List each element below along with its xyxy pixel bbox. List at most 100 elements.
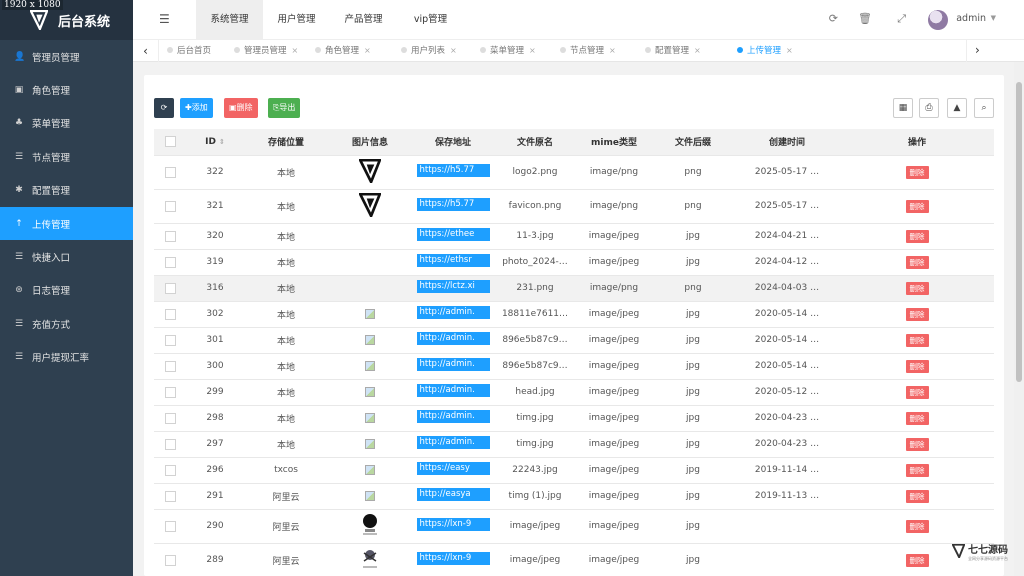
broken-image-icon[interactable] (365, 308, 375, 319)
page-tab[interactable]: 管理员管理 × (234, 40, 298, 62)
url-link[interactable]: https://h5.77 (416, 164, 490, 177)
logo-thumbnail[interactable] (357, 192, 382, 220)
url-link[interactable]: https://lxn-9 (416, 552, 490, 565)
tab-next-icon[interactable]: › (975, 43, 980, 57)
url-link[interactable]: http://admin. (416, 306, 490, 319)
close-icon[interactable]: × (609, 46, 616, 55)
page-tab[interactable]: 上传管理 × (737, 40, 793, 62)
table-row[interactable]: 300 本地 http://admin. 896e5b87c9… image/jpeg j… (154, 353, 994, 380)
url-link[interactable]: http://admin. (416, 384, 490, 397)
table-row[interactable]: 290 阿里云 https://lxn-9 image/jpeg image/jpeg j… (154, 509, 994, 544)
avatar-thumbnail[interactable] (360, 549, 380, 574)
row-checkbox[interactable] (164, 334, 176, 346)
row-checkbox[interactable] (164, 360, 176, 372)
sidebar-item-6[interactable]: ☰ 快捷入口 (0, 240, 133, 273)
close-icon[interactable]: × (786, 46, 793, 55)
row-checkbox[interactable] (164, 490, 176, 502)
tab-next-button[interactable]: › (966, 40, 1024, 62)
trash-icon[interactable]: 🗑 (858, 12, 872, 25)
table-row[interactable]: 291 阿里云 http://easya timg (1).jpg image/jpeg… (154, 483, 994, 510)
row-delete-button[interactable]: 删除 (905, 165, 929, 179)
table-row[interactable]: 301 本地 http://admin. 896e5b87c9… image/jpeg j… (154, 327, 994, 354)
row-select-cell[interactable] (154, 379, 186, 406)
row-delete-button[interactable]: 删除 (905, 385, 929, 399)
row-select-cell[interactable] (154, 431, 186, 458)
row-delete-button[interactable]: 删除 (905, 333, 929, 347)
row-delete-button[interactable]: 删除 (905, 255, 929, 269)
row-checkbox[interactable] (164, 308, 176, 320)
table-row[interactable]: 299 本地 http://admin. head.jpg image/jpeg jpg 2… (154, 379, 994, 406)
row-delete-button[interactable]: 删除 (905, 359, 929, 373)
row-select-cell[interactable] (154, 509, 186, 544)
row-checkbox[interactable] (164, 200, 176, 212)
broken-image-icon[interactable] (365, 412, 375, 423)
row-delete-button[interactable]: 删除 (905, 489, 929, 503)
close-icon[interactable]: × (292, 46, 299, 55)
row-checkbox[interactable] (164, 520, 176, 532)
menu-toggle-icon[interactable]: ☰ (159, 12, 170, 26)
close-icon[interactable]: × (364, 46, 371, 55)
row-delete-button[interactable]: 删除 (905, 229, 929, 243)
add-button[interactable]: ✚添加 (180, 98, 213, 118)
col-id[interactable]: ID ⇕ (186, 129, 244, 156)
url-link[interactable]: https://lctz.xi (416, 280, 490, 293)
user-name[interactable]: admin (956, 13, 986, 24)
export-table-icon[interactable]: ▲ (947, 98, 967, 118)
tab-prev-icon[interactable]: ‹ (133, 40, 159, 62)
table-row[interactable]: 320 本地 https://ethee 11-3.jpg image/jpeg jpg 2… (154, 223, 994, 250)
columns-filter-icon[interactable]: ▦ (893, 98, 913, 118)
sidebar-item-1[interactable]: ▣ 角色管理 (0, 73, 133, 106)
row-select-cell[interactable] (154, 223, 186, 250)
delete-button[interactable]: ▣删除 (224, 98, 258, 118)
url-link[interactable]: https://ethee (416, 228, 490, 241)
row-select-cell[interactable] (154, 275, 186, 302)
row-delete-button[interactable]: 删除 (905, 437, 929, 451)
page-tab[interactable]: 菜单管理 × (480, 40, 536, 62)
row-checkbox[interactable] (164, 256, 176, 268)
top-tab-users[interactable]: 用户管理 (263, 0, 330, 40)
row-checkbox[interactable] (164, 282, 176, 294)
url-link[interactable]: http://admin. (416, 332, 490, 345)
row-checkbox[interactable] (164, 412, 176, 424)
avatar[interactable] (928, 10, 948, 30)
page-scrollbar[interactable] (1014, 62, 1024, 576)
scrollbar-thumb[interactable] (1016, 82, 1022, 382)
search-icon[interactable]: ⌕ (974, 98, 994, 118)
sort-icon[interactable]: ⇕ (219, 138, 225, 146)
table-refresh-button[interactable]: ⟳ (154, 98, 174, 118)
broken-image-icon[interactable] (365, 464, 375, 475)
select-all-checkbox[interactable] (164, 136, 176, 148)
row-checkbox[interactable] (164, 166, 176, 178)
table-row[interactable]: 319 本地 https://ethsr photo_2024-… image/jpeg… (154, 249, 994, 276)
sidebar-item-5[interactable]: ↑ 上传管理 (0, 206, 133, 241)
row-checkbox[interactable] (164, 554, 176, 566)
page-tab[interactable]: 角色管理 × (315, 40, 371, 62)
close-icon[interactable]: × (529, 46, 536, 55)
print-icon[interactable]: ⎙ (919, 98, 939, 118)
row-select-cell[interactable] (154, 155, 186, 190)
fullscreen-icon[interactable]: ⤢ (897, 12, 906, 26)
sidebar-item-7[interactable]: ⊛ 日志管理 (0, 274, 133, 307)
url-link[interactable]: https://h5.77 (416, 198, 490, 211)
row-delete-button[interactable]: 删除 (905, 307, 929, 321)
close-icon[interactable]: × (450, 46, 457, 55)
broken-image-icon[interactable] (365, 438, 375, 449)
row-delete-button[interactable]: 删除 (905, 519, 929, 533)
table-row[interactable]: 296 txcos https://easy 22243.jpg image/jpeg j… (154, 457, 994, 484)
table-row[interactable]: 289 阿里云 https://lxn-9 image/jpeg image/jpeg j… (154, 543, 994, 576)
avatar-thumbnail[interactable] (360, 513, 380, 540)
page-tab[interactable]: 后台首页 (167, 40, 211, 62)
row-delete-button[interactable]: 删除 (905, 281, 929, 295)
broken-image-icon[interactable] (365, 360, 375, 371)
row-select-cell[interactable] (154, 353, 186, 380)
sidebar-item-4[interactable]: ✱ 配置管理 (0, 174, 133, 207)
row-delete-button[interactable]: 删除 (905, 199, 929, 213)
row-delete-button[interactable]: 删除 (905, 463, 929, 477)
refresh-icon[interactable]: ⟳ (829, 12, 838, 25)
sidebar-item-2[interactable]: ♣ 菜单管理 (0, 107, 133, 140)
url-link[interactable]: http://easya (416, 488, 490, 501)
row-select-cell[interactable] (154, 483, 186, 510)
row-select-cell[interactable] (154, 189, 186, 224)
close-icon[interactable]: × (694, 46, 701, 55)
broken-image-icon[interactable] (365, 334, 375, 345)
